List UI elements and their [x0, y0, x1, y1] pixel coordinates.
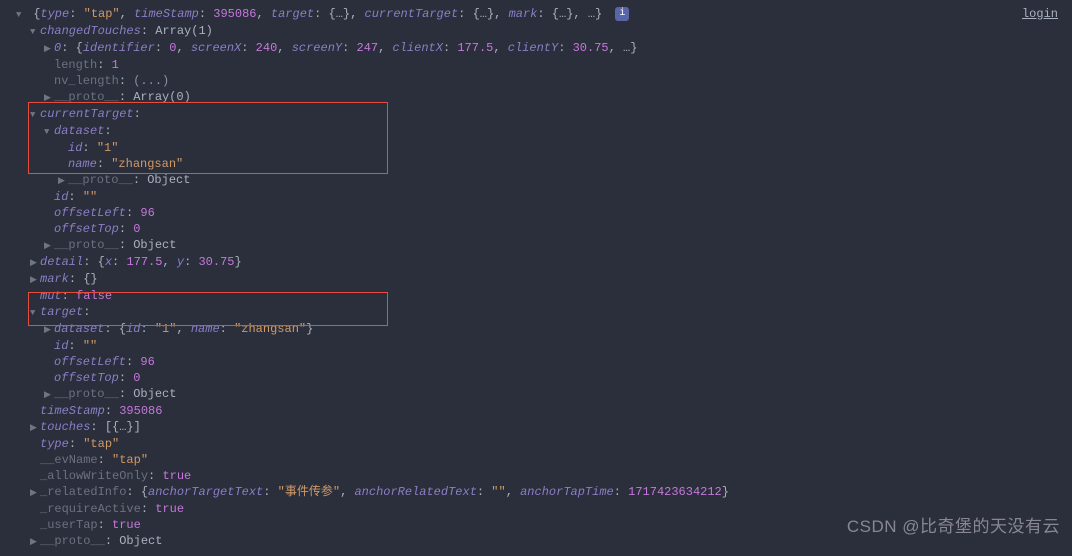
collapse-arrow-icon[interactable] — [44, 90, 54, 106]
prop-id: id: "1" — [16, 140, 1072, 156]
prop-target[interactable]: target: — [16, 304, 1072, 321]
prop-id: id: "" — [16, 338, 1072, 354]
expand-arrow-icon[interactable] — [30, 107, 40, 123]
collapse-arrow-icon[interactable] — [44, 238, 54, 254]
collapse-arrow-icon[interactable] — [44, 322, 54, 338]
collapse-arrow-icon[interactable] — [30, 255, 40, 271]
prop-mut: mut: false — [16, 288, 1072, 304]
expand-arrow-icon[interactable] — [16, 7, 26, 23]
prop-name: name: "zhangsan" — [16, 156, 1072, 172]
expand-arrow-icon[interactable] — [30, 24, 40, 40]
expand-arrow-icon[interactable] — [44, 124, 54, 140]
prop-timestamp: timeStamp: 395086 — [16, 403, 1072, 419]
collapse-arrow-icon[interactable] — [30, 534, 40, 550]
prop-length: length: 1 — [16, 57, 1072, 73]
prop-relatedinfo[interactable]: _relatedInfo: {anchorTargetText: "事件传参",… — [16, 484, 1072, 501]
prop-dataset[interactable]: dataset: {id: "1", name: "zhangsan"} — [16, 321, 1072, 338]
array-item-0[interactable]: 0: {identifier: 0, screenX: 240, screenY… — [16, 40, 1072, 57]
prop-allowwriteonly: _allowWriteOnly: true — [16, 468, 1072, 484]
console-object-tree: {type: "tap", timeStamp: 395086, target:… — [0, 0, 1072, 556]
prop-offsettop: offsetTop: 0 — [16, 221, 1072, 237]
prop-mark[interactable]: mark: {} — [16, 271, 1072, 288]
collapse-arrow-icon[interactable] — [30, 420, 40, 436]
collapse-arrow-icon[interactable] — [30, 485, 40, 501]
prop-proto[interactable]: __proto__: Object — [16, 237, 1072, 254]
prop-proto[interactable]: __proto__: Object — [16, 386, 1072, 403]
prop-currenttarget[interactable]: currentTarget: — [16, 106, 1072, 123]
prop-nvlength[interactable]: nv_length: (...) — [16, 73, 1072, 89]
prop-detail[interactable]: detail: {x: 177.5, y: 30.75} — [16, 254, 1072, 271]
prop-offsettop: offsetTop: 0 — [16, 370, 1072, 386]
prop-offsetleft: offsetLeft: 96 — [16, 205, 1072, 221]
prop-id: id: "" — [16, 189, 1072, 205]
prop-proto[interactable]: __proto__: Object — [16, 172, 1072, 189]
prop-proto[interactable]: __proto__: Array(0) — [16, 89, 1072, 106]
prop-dataset[interactable]: dataset: — [16, 123, 1072, 140]
prop-changedtouches[interactable]: changedTouches: Array(1) — [16, 23, 1072, 40]
watermark-text: CSDN @比奇堡的天没有云 — [847, 519, 1060, 535]
prop-offsetleft: offsetLeft: 96 — [16, 354, 1072, 370]
collapse-arrow-icon[interactable] — [44, 41, 54, 57]
login-link[interactable]: login — [1022, 6, 1058, 22]
prop-evname: __evName: "tap" — [16, 452, 1072, 468]
prop-touches[interactable]: touches: [{…}] — [16, 419, 1072, 436]
collapse-arrow-icon[interactable] — [30, 272, 40, 288]
object-root[interactable]: {type: "tap", timeStamp: 395086, target:… — [16, 6, 1072, 23]
prop-type: type: "tap" — [16, 436, 1072, 452]
prop-requireactive: _requireActive: true — [16, 501, 1072, 517]
collapse-arrow-icon[interactable] — [58, 173, 68, 189]
info-badge-icon[interactable]: i — [615, 7, 629, 21]
expand-arrow-icon[interactable] — [30, 305, 40, 321]
collapse-arrow-icon[interactable] — [44, 387, 54, 403]
